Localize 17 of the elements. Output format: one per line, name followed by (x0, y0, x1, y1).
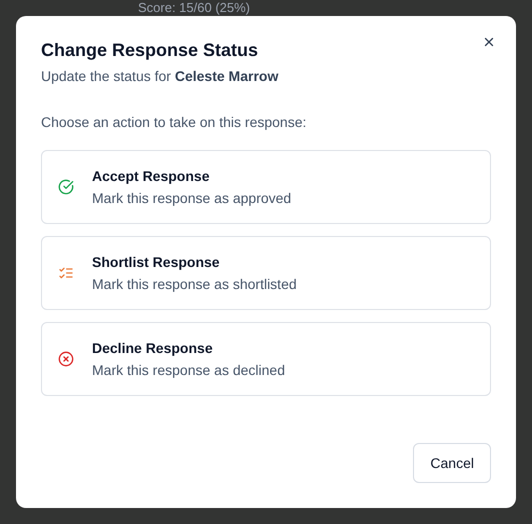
option-title: Decline Response (92, 339, 214, 358)
dialog-subtitle: Update the status for Celeste Marrow (41, 67, 280, 86)
check-circle-icon (58, 179, 74, 195)
x-circle-icon (58, 351, 74, 367)
option-description: Mark this response as shortlisted (92, 275, 297, 294)
option-title: Accept Response (92, 167, 210, 186)
option-title: Shortlist Response (92, 253, 221, 272)
option-description: Mark this response as declined (92, 361, 285, 380)
status-option[interactable]: Accept Response Mark this response as approved (41, 150, 491, 224)
score-text: Score: 15/60 (25%) (138, 0, 250, 15)
option-description: Mark this response as approved (92, 189, 292, 208)
action-prompt: Choose an action to take on this response: (41, 113, 308, 132)
status-option[interactable]: Shortlist Response Mark this response as shortlisted (41, 236, 491, 310)
status-option[interactable]: Decline Response Mark this response as declined (41, 322, 491, 396)
dialog-title: Change Response Status (41, 39, 260, 62)
checklist-icon (58, 265, 74, 281)
cancel-button[interactable]: Cancel (413, 443, 491, 483)
